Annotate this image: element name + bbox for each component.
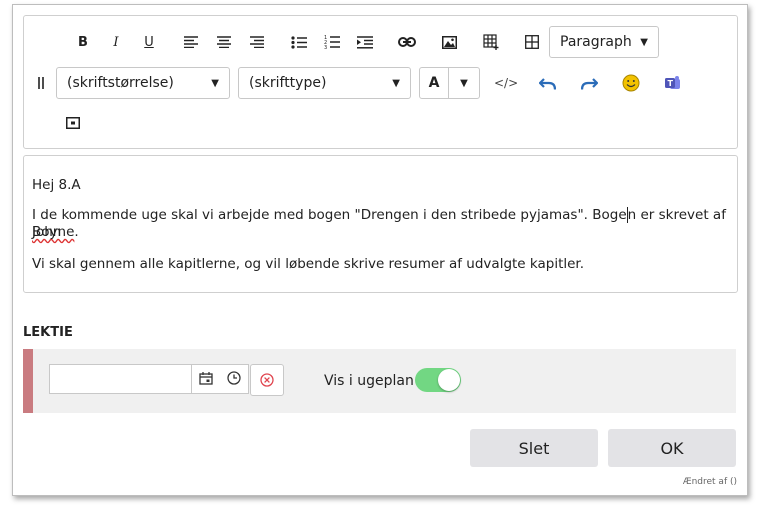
numbered-list-icon[interactable]: 123 [321, 31, 343, 53]
font-family-select[interactable]: (skrifttype) ▼ [238, 67, 411, 99]
lektie-heading: LEKTIE [23, 325, 73, 340]
rich-text-editor[interactable]: Hej 8.A I de kommende uge skal vi arbejd… [23, 155, 738, 293]
emoji-icon[interactable] [620, 72, 642, 94]
align-left-icon[interactable] [180, 31, 202, 53]
editor-toolbar: B I U 123 Paragraph ▼ (skriftstørrelse) … [23, 15, 738, 149]
align-right-icon[interactable] [246, 31, 268, 53]
font-family-value: (skrifttype) [249, 75, 327, 91]
italic-button[interactable]: I [105, 31, 127, 53]
svg-text:T: T [668, 79, 674, 88]
toggle-knob [438, 369, 460, 391]
spellcheck-word: Boyne [32, 224, 75, 240]
undo-icon[interactable] [536, 72, 558, 94]
editor-line-paragraph: I de kommende uge skal vi arbejde med bo… [32, 207, 737, 241]
vis-i-ugeplan-label: Vis i ugeplan [324, 373, 414, 389]
clock-icon[interactable] [227, 370, 241, 389]
ok-button[interactable]: OK [608, 429, 736, 467]
font-color-label: A [420, 68, 449, 98]
source-code-icon[interactable]: </> [494, 72, 518, 94]
paragraph-format-value: Paragraph [560, 34, 632, 50]
table-icon[interactable] [521, 31, 543, 53]
underline-button[interactable]: U [138, 31, 160, 53]
align-center-icon[interactable] [213, 31, 235, 53]
teams-icon[interactable]: T [662, 72, 684, 94]
editor-line-author: Boyne. [32, 224, 79, 241]
editor-line-greeting: Hej 8.A [32, 177, 81, 193]
dialog: B I U 123 Paragraph ▼ (skriftstørrelse) … [12, 4, 748, 496]
changed-by-note: Ændret af () [682, 477, 737, 487]
chevron-down-icon: ▼ [392, 77, 400, 89]
date-input[interactable] [49, 364, 191, 394]
delete-button[interactable]: Slet [470, 429, 598, 467]
vis-i-ugeplan-toggle[interactable] [415, 368, 461, 392]
chevron-down-icon: ▼ [211, 77, 219, 89]
font-size-select[interactable]: (skriftstørrelse) ▼ [56, 67, 230, 99]
bullet-list-icon[interactable] [288, 31, 310, 53]
calendar-icon[interactable] [199, 370, 213, 389]
editor-line-chapters: Vi skal gennem alle kapitlerne, og vil l… [32, 256, 585, 272]
font-size-value: (skriftstørrelse) [67, 75, 174, 91]
editor-text-part: . [74, 224, 79, 240]
editor-text-part: I de kommende uge skal vi arbejde med bo… [32, 207, 627, 223]
embed-icon[interactable] [62, 112, 84, 134]
lektie-row: Vis i ugeplan [23, 349, 736, 413]
date-picker-buttons [191, 364, 249, 394]
bold-button[interactable]: B [72, 31, 94, 53]
clear-date-button[interactable] [250, 364, 284, 396]
drag-handle-icon[interactable] [30, 72, 52, 94]
paragraph-format-select[interactable]: Paragraph ▼ [549, 26, 659, 58]
clear-icon [260, 373, 274, 387]
table-insert-icon[interactable] [480, 31, 502, 53]
image-icon[interactable] [438, 31, 460, 53]
chevron-down-icon[interactable]: ▼ [449, 78, 479, 89]
svg-text:3: 3 [324, 45, 327, 49]
link-icon[interactable] [396, 31, 418, 53]
lektie-color-bar [23, 349, 33, 413]
font-color-picker[interactable]: A ▼ [419, 67, 480, 99]
indent-icon[interactable] [354, 31, 376, 53]
chevron-down-icon: ▼ [640, 36, 648, 48]
redo-icon[interactable] [578, 72, 600, 94]
